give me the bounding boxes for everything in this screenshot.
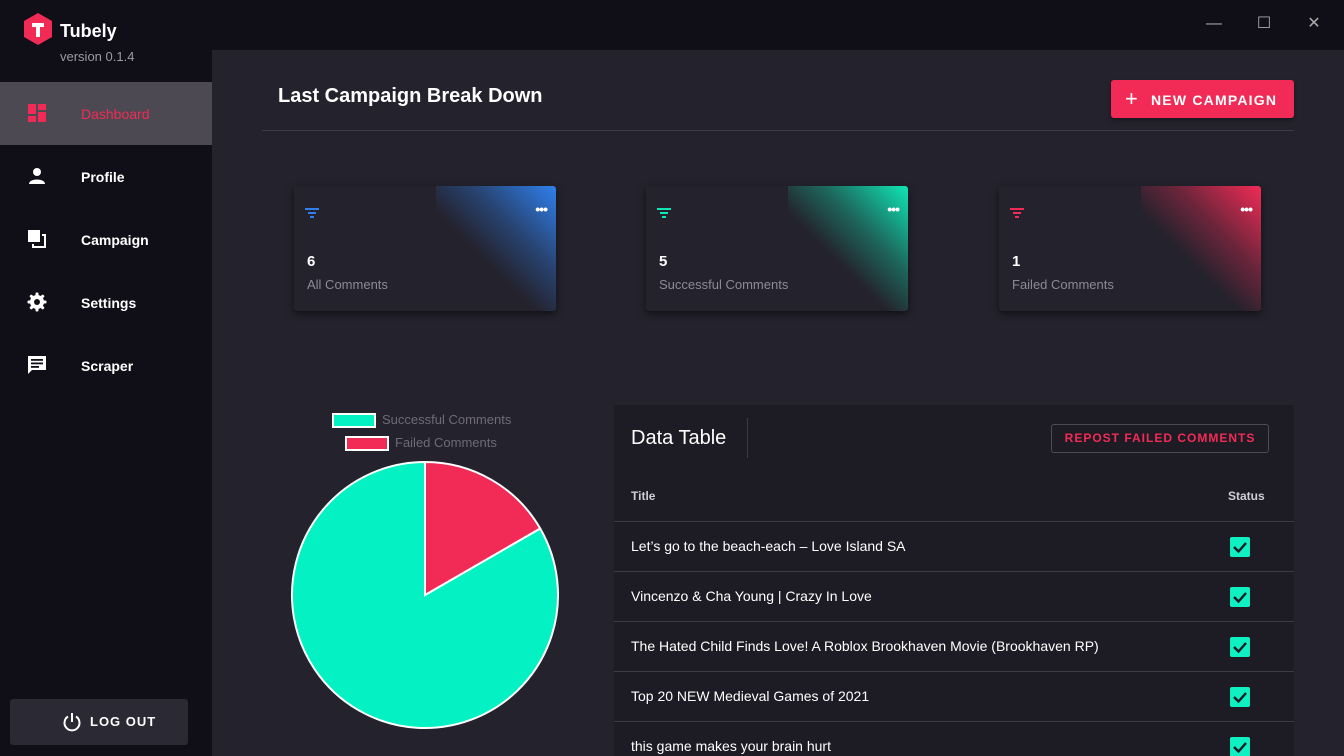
- table-row[interactable]: Vincenzo & Cha Young | Crazy In Love: [614, 571, 1294, 621]
- stat-value: 5: [659, 253, 668, 270]
- status-checkbox[interactable]: [1230, 587, 1250, 607]
- header-divider: [262, 130, 1294, 131]
- stat-label: All Comments: [307, 277, 388, 292]
- logout-label: LOG OUT: [90, 714, 157, 729]
- stat-label: Successful Comments: [659, 277, 789, 292]
- sidebar-item-label: Profile: [81, 168, 125, 185]
- legend-swatch: [345, 436, 389, 452]
- sidebar-item-label: Campaign: [81, 231, 149, 248]
- data-table-panel: Data Table REPOST FAILED COMMENTS Title …: [614, 405, 1294, 756]
- new-campaign-button[interactable]: + NEW CAMPAIGN: [1111, 80, 1294, 118]
- sidebar-item-settings[interactable]: Settings: [0, 271, 212, 334]
- minimize-button[interactable]: —: [1204, 14, 1224, 34]
- sidebar-item-profile[interactable]: Profile: [0, 145, 212, 208]
- power-icon: [63, 713, 81, 732]
- sidebar-item-campaign[interactable]: Campaign: [0, 208, 212, 271]
- logout-button[interactable]: LOG OUT: [10, 699, 188, 745]
- status-checkbox[interactable]: [1230, 737, 1250, 756]
- more-icon[interactable]: •••: [887, 202, 900, 216]
- table-row[interactable]: The Hated Child Finds Love! A Roblox Bro…: [614, 621, 1294, 671]
- check-icon: [1233, 542, 1247, 554]
- row-title: The Hated Child Finds Love! A Roblox Bro…: [631, 638, 1099, 654]
- maximize-button[interactable]: ☐: [1254, 14, 1274, 34]
- sidebar: Tubely version 0.1.4 Dashboard Profile C…: [0, 0, 212, 756]
- filter-icon: [657, 208, 671, 218]
- row-title: Vincenzo & Cha Young | Crazy In Love: [631, 588, 872, 604]
- legend-label: Failed Comments: [395, 435, 497, 450]
- table-row[interactable]: Let’s go to the beach-each – Love Island…: [614, 521, 1294, 571]
- column-header-status[interactable]: Status: [1228, 489, 1265, 503]
- window-titlebar: — ☐ ✕: [212, 0, 1344, 50]
- chat-icon: [28, 356, 46, 374]
- legend-item-failed[interactable]: Failed Comments: [345, 435, 497, 452]
- new-campaign-label: NEW CAMPAIGN: [1151, 92, 1278, 108]
- stat-value: 1: [1012, 253, 1021, 270]
- filter-icon: [1010, 208, 1024, 218]
- title-divider: [747, 418, 748, 458]
- more-icon[interactable]: •••: [535, 202, 548, 216]
- check-icon: [1233, 692, 1247, 704]
- stat-card-successful: ••• 5 Successful Comments: [646, 186, 908, 311]
- page-title: Last Campaign Break Down: [278, 85, 543, 107]
- copy-icon: [28, 230, 46, 248]
- status-checkbox[interactable]: [1230, 637, 1250, 657]
- app-version: version 0.1.4: [60, 49, 135, 64]
- row-title: this game makes your brain hurt: [631, 738, 831, 754]
- row-title: Let’s go to the beach-each – Love Island…: [631, 538, 906, 554]
- plus-icon: +: [1125, 86, 1138, 111]
- status-checkbox[interactable]: [1230, 687, 1250, 707]
- check-icon: [1233, 742, 1247, 754]
- check-icon: [1233, 642, 1247, 654]
- legend-swatch: [332, 413, 376, 429]
- stat-value: 6: [307, 253, 316, 270]
- gear-icon: [27, 292, 47, 312]
- table-title: Data Table: [631, 427, 727, 449]
- filter-icon: [305, 208, 319, 218]
- column-header-title[interactable]: Title: [631, 489, 655, 503]
- status-checkbox[interactable]: [1230, 537, 1250, 557]
- close-button[interactable]: ✕: [1304, 14, 1324, 34]
- repost-failed-button[interactable]: REPOST FAILED COMMENTS: [1051, 424, 1269, 453]
- main-content: Last Campaign Break Down + NEW CAMPAIGN …: [212, 50, 1344, 756]
- table-row[interactable]: Top 20 NEW Medieval Games of 2021: [614, 671, 1294, 721]
- pie-chart: [291, 460, 559, 729]
- sidebar-item-label: Scraper: [81, 357, 134, 374]
- app-name: Tubely: [60, 21, 117, 41]
- legend-label: Successful Comments: [382, 412, 512, 427]
- legend-item-successful[interactable]: Successful Comments: [332, 412, 512, 429]
- table-row[interactable]: this game makes your brain hurt: [614, 721, 1294, 756]
- tubely-logo-icon: [24, 13, 52, 45]
- check-icon: [1233, 592, 1247, 604]
- sidebar-item-label: Settings: [81, 294, 137, 311]
- dashboard-icon: [28, 104, 46, 122]
- more-icon[interactable]: •••: [1240, 202, 1253, 216]
- sidebar-item-label: Dashboard: [81, 105, 150, 122]
- sidebar-item-scraper[interactable]: Scraper: [0, 334, 212, 397]
- stat-card-failed: ••• 1 Failed Comments: [999, 186, 1261, 311]
- sidebar-nav: Dashboard Profile Campaign Settings Scra…: [0, 82, 212, 397]
- person-icon: [29, 168, 45, 184]
- stat-card-all: ••• 6 All Comments: [294, 186, 556, 311]
- sidebar-item-dashboard[interactable]: Dashboard: [0, 82, 212, 145]
- row-title: Top 20 NEW Medieval Games of 2021: [631, 688, 870, 704]
- stat-label: Failed Comments: [1012, 277, 1114, 292]
